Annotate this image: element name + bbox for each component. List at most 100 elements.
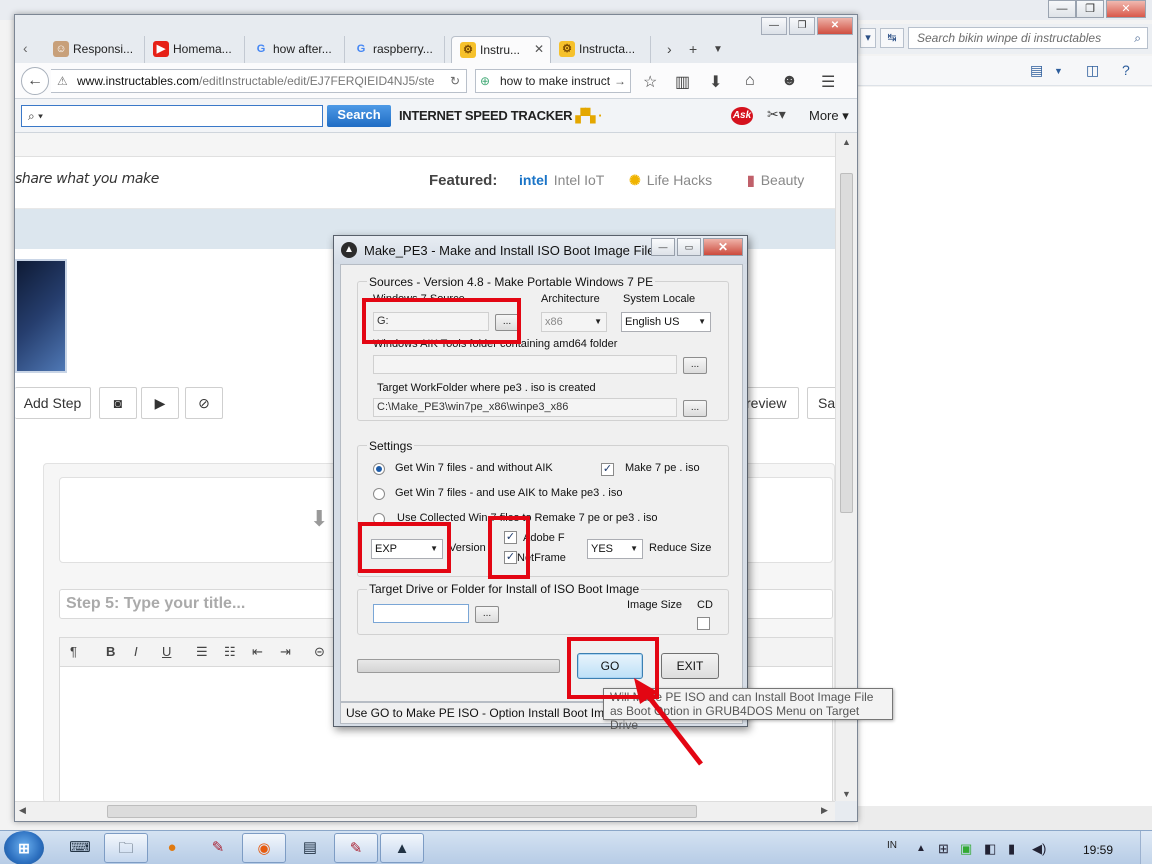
tab-scroll-left-icon[interactable]: ‹ — [23, 40, 28, 56]
radio-use-aik[interactable] — [373, 488, 385, 500]
clock[interactable]: 19:59 — [1083, 843, 1113, 857]
new-tab-icon[interactable]: + — [689, 41, 697, 57]
attachment-icon[interactable]: ⊘ — [185, 387, 223, 419]
home-icon[interactable]: ⌂ — [745, 72, 755, 90]
download-icon[interactable]: ⬇ — [709, 72, 722, 92]
featured-intel-iot[interactable]: intel Intel IoT — [519, 172, 604, 188]
help-icon[interactable]: ? — [1122, 62, 1130, 78]
device-icon[interactable]: ◧ — [984, 841, 996, 857]
background-search-field[interactable]: Search bikin winpe di instructables ⌕ — [908, 27, 1148, 49]
tab-homemade[interactable]: ▶ Homema... — [145, 36, 245, 63]
keyboard-icon[interactable]: ⌨ — [58, 833, 102, 863]
magnifier-icon[interactable]: ⌕ — [1134, 28, 1141, 48]
tab-how-after[interactable]: G how after... — [245, 36, 345, 63]
show-desktop-button[interactable] — [1140, 831, 1152, 864]
link-icon[interactable]: ⊝ — [314, 644, 325, 660]
show-hidden-icons[interactable]: ▲ — [916, 843, 926, 854]
refresh-icon[interactable]: ↹ — [880, 28, 904, 48]
preview-button[interactable]: review — [741, 387, 799, 419]
speed-tracker[interactable]: INTERNET SPEED TRACKER ▞▚ · — [399, 108, 603, 124]
tab-instructables[interactable]: ⚙ Instructa... — [551, 36, 651, 63]
architecture-select[interactable]: x86 ▼ — [541, 312, 607, 332]
file-explorer-icon[interactable]: 🗀 — [104, 833, 148, 863]
firefox-icon[interactable]: ◉ — [242, 833, 286, 863]
view-icon[interactable]: ▤ — [1030, 62, 1043, 79]
video-icon[interactable]: ▶ — [141, 387, 179, 419]
make-pe3-icon[interactable]: ▲ — [380, 833, 424, 863]
reading-list-icon[interactable]: ▥ — [675, 72, 690, 92]
bold-icon[interactable]: B — [106, 644, 115, 659]
menu-icon[interactable]: ☰ — [821, 72, 835, 92]
numbered-list-icon[interactable]: ☷ — [224, 644, 236, 660]
workfolder-browse-button[interactable]: ... — [683, 400, 707, 417]
search-engine-bar[interactable]: ⊕ how to make instruct → — [475, 69, 631, 93]
workfolder-field[interactable]: C:\Make_PE3\win7pe_x86\winpe3_x86 — [373, 398, 677, 417]
paragraph-icon[interactable]: ¶ — [70, 644, 77, 659]
tab-instructables-active[interactable]: ⚙ Instru... ✕ — [451, 36, 551, 63]
cd-checkbox[interactable] — [697, 617, 710, 630]
dropdown-button[interactable]: ▾ — [860, 28, 876, 48]
language-indicator[interactable]: IN — [887, 840, 897, 851]
search-go-icon[interactable]: → — [614, 70, 626, 92]
radio-without-aik[interactable] — [373, 463, 385, 475]
featured-beauty[interactable]: ▮ Beauty — [747, 172, 804, 189]
scroll-left-icon[interactable]: ◀ — [19, 805, 26, 816]
tool-icon-2[interactable]: ✎ — [334, 833, 378, 863]
chevron-down-icon[interactable]: ▼ — [1054, 66, 1063, 76]
scroll-up-icon[interactable]: ▲ — [842, 137, 851, 147]
italic-icon[interactable]: I — [134, 644, 138, 659]
notepad-icon[interactable]: ▤ — [288, 833, 332, 863]
outdent-icon[interactable]: ⇤ — [252, 644, 263, 660]
aik-field[interactable] — [373, 355, 677, 374]
more-menu[interactable]: More ▾ — [809, 108, 849, 124]
start-button[interactable]: ⊞ — [4, 831, 44, 864]
aik-browse-button[interactable]: ... — [683, 357, 707, 374]
tools-icon[interactable]: ✂▾ — [767, 106, 786, 123]
dialog-titlebar[interactable]: ▲ Make_PE3 - Make and Install ISO Boot I… — [334, 236, 747, 264]
scroll-right-icon[interactable]: ▶ — [821, 805, 828, 816]
ask-search-button[interactable]: Search — [327, 105, 391, 127]
featured-life-hacks[interactable]: ✺ Life Hacks — [629, 172, 712, 189]
tab-scroll-right-icon[interactable]: › — [667, 41, 672, 57]
minimize-button[interactable]: — — [1048, 0, 1076, 18]
bookmark-star-icon[interactable]: ☆ — [643, 72, 657, 92]
scroll-thumb[interactable] — [840, 173, 853, 513]
close-button[interactable]: ✕ — [1106, 0, 1146, 18]
chat-icon[interactable]: ☻ — [781, 72, 798, 90]
camera-icon[interactable]: ◙ — [99, 387, 137, 419]
add-step-button[interactable]: Add Step — [15, 387, 91, 419]
bullet-list-icon[interactable]: ☰ — [196, 644, 208, 660]
indent-icon[interactable]: ⇥ — [280, 644, 291, 660]
reduce-size-select[interactable]: YES ▼ — [587, 539, 643, 559]
orange-app-icon[interactable]: ● — [150, 833, 194, 863]
maximize-button[interactable]: ▭ — [677, 238, 701, 256]
ask-search-input[interactable]: ⌕ ▾ — [21, 105, 323, 127]
network-icon[interactable]: ▮ — [1008, 841, 1015, 857]
underline-icon[interactable]: U — [162, 644, 171, 659]
tab-responsi[interactable]: ☺ Responsi... — [45, 36, 145, 63]
maximize-button[interactable]: ❐ — [1076, 0, 1104, 18]
url-bar[interactable]: ⚠ www.instructables.com/editInstructable… — [51, 69, 467, 93]
minimize-button[interactable]: — — [651, 238, 675, 256]
scroll-thumb[interactable] — [107, 805, 697, 818]
step-thumbnail-image[interactable] — [15, 259, 67, 373]
reload-icon[interactable]: ↻ — [450, 70, 460, 92]
tab-list-icon[interactable]: ▼ — [713, 44, 723, 55]
close-button[interactable]: ✕ — [703, 238, 743, 256]
tool-icon[interactable]: ✎ — [196, 833, 240, 863]
horizontal-scrollbar[interactable]: ◀ ▶ — [15, 801, 835, 821]
locale-select[interactable]: English US ▼ — [621, 312, 711, 332]
tab-raspberry[interactable]: G raspberry... — [345, 36, 445, 63]
back-button[interactable]: ← — [21, 67, 49, 95]
save-button[interactable]: Sa — [807, 387, 835, 419]
windows-icon[interactable]: ⊞ — [938, 841, 949, 857]
volume-icon[interactable]: ◀) — [1032, 841, 1046, 857]
make-iso-checkbox[interactable]: ✓ — [601, 463, 614, 476]
scroll-down-icon[interactable]: ▼ — [842, 789, 851, 799]
target-browse-button[interactable]: ... — [475, 606, 499, 623]
update-icon[interactable]: ▣ — [960, 841, 972, 857]
preview-pane-icon[interactable]: ◫ — [1086, 62, 1099, 79]
target-field[interactable] — [373, 604, 469, 623]
close-tab-icon[interactable]: ✕ — [534, 42, 544, 56]
ask-logo[interactable]: Ask — [731, 107, 753, 125]
